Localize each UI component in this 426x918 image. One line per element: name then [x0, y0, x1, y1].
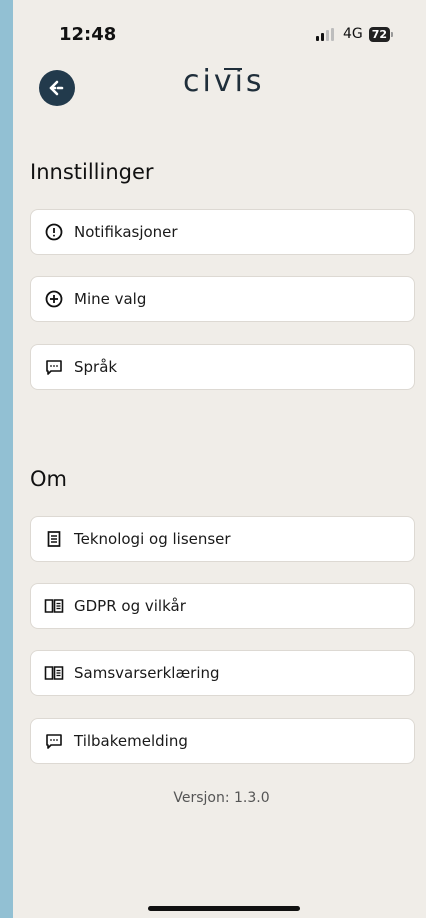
back-button[interactable] — [39, 70, 75, 106]
row-label: GDPR og vilkår — [74, 597, 186, 615]
app-screen: 12:48 4G 72 civis Innstillinger Notifika… — [13, 0, 426, 918]
arrow-left-icon — [49, 80, 65, 96]
book-icon — [44, 663, 64, 683]
row-gdpr-terms[interactable]: GDPR og vilkår — [30, 583, 415, 629]
row-technology-licenses[interactable]: Teknologi og lisenser — [30, 516, 415, 562]
row-label: Notifikasjoner — [74, 223, 178, 241]
signal-icon — [316, 27, 336, 41]
book-icon — [44, 596, 64, 616]
row-label: Språk — [74, 358, 118, 376]
row-notifications[interactable]: Notifikasjoner — [30, 209, 415, 255]
section-title-settings: Innstillinger — [30, 160, 154, 184]
row-declaration-of-conformity[interactable]: Samsvarserklæring — [30, 650, 415, 696]
status-indicators: 4G 72 — [316, 26, 394, 42]
chat-icon — [44, 357, 64, 377]
home-indicator[interactable] — [148, 906, 300, 911]
row-label: Teknologi og lisenser — [74, 530, 231, 548]
row-my-choices[interactable]: Mine valg — [30, 276, 415, 322]
status-bar: 12:48 4G 72 — [13, 0, 426, 60]
chat-icon — [44, 731, 64, 751]
status-time: 12:48 — [59, 24, 117, 45]
document-icon — [44, 529, 64, 549]
battery-icon: 72 — [368, 26, 391, 42]
row-label: Mine valg — [74, 290, 147, 308]
network-type: 4G — [343, 26, 363, 42]
plus-circle-icon — [44, 289, 64, 309]
alert-circle-icon — [44, 222, 64, 242]
logo-accent — [224, 68, 242, 70]
row-language[interactable]: Språk — [30, 344, 415, 390]
row-label: Samsvarserklæring — [74, 664, 220, 682]
section-title-about: Om — [30, 467, 67, 491]
row-label: Tilbakemelding — [74, 732, 188, 750]
row-feedback[interactable]: Tilbakemelding — [30, 718, 415, 764]
version-text: Versjon: 1.3.0 — [173, 790, 270, 806]
